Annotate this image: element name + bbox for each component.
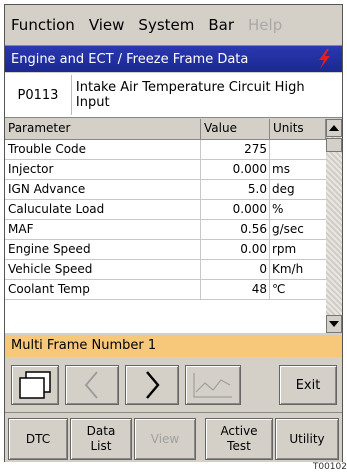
table-header: Parameter Value Units (5, 119, 326, 140)
tab-label: Data List (86, 424, 116, 453)
tab-active-test[interactable]: Active Test (205, 418, 273, 460)
dtc-description: Intake Air Temperature Circuit High Inpu… (70, 75, 342, 115)
figure-code: T00102 (312, 462, 347, 472)
chevron-left-icon (84, 371, 98, 399)
cell-value: 0.000 (201, 160, 270, 179)
cell-value: 5.0 (201, 180, 270, 199)
column-header-value[interactable]: Value (201, 119, 270, 139)
cell-value: 0 (201, 260, 270, 279)
cell-value: 0.000 (201, 200, 270, 219)
tab-dtc[interactable]: DTC (8, 418, 68, 460)
table-row[interactable]: Coolant Temp 48 ℃ (5, 280, 326, 300)
dtc-info-row: P0113 Intake Air Temperature Circuit Hig… (5, 73, 342, 118)
cell-units: Km/h (272, 262, 304, 276)
cell-parameter: Engine Speed (5, 240, 201, 259)
cell-units: rpm (272, 242, 297, 256)
cell-value: 275 (201, 140, 270, 159)
cell-parameter: Vehicle Speed (5, 260, 201, 279)
table-row[interactable]: MAF 0.56 g/sec (5, 220, 326, 240)
graph-button[interactable] (185, 365, 241, 405)
chevron-right-icon (146, 371, 160, 399)
tab-label: Active Test (220, 424, 258, 453)
cell-parameter: MAF (5, 220, 201, 239)
next-button[interactable] (125, 365, 179, 405)
triangle-down-icon (329, 321, 339, 327)
exit-label: Exit (295, 377, 321, 393)
cell-units: ℃ (272, 282, 286, 296)
cell-parameter: IGN Advance (5, 180, 201, 199)
scroll-up-button[interactable] (326, 119, 342, 137)
tab-label: DTC (25, 431, 51, 446)
exit-button[interactable]: Exit (279, 365, 337, 405)
cell-parameter: Coolant Temp (5, 280, 201, 299)
bottom-tab-bar: DTC Data List View Active Test Utility (5, 412, 342, 462)
windows-button[interactable] (11, 365, 59, 405)
cell-parameter: Trouble Code (5, 140, 201, 159)
cell-units: % (272, 202, 284, 216)
tab-data-list[interactable]: Data List (70, 418, 132, 460)
cell-value: 0.56 (201, 220, 270, 239)
tab-view: View (134, 418, 196, 460)
table-row[interactable]: IGN Advance 5.0 deg (5, 180, 326, 200)
status-bar: Multi Frame Number 1 (5, 335, 342, 357)
scroll-thumb[interactable] (326, 138, 342, 152)
cell-parameter: Injector (5, 160, 201, 179)
menu-function[interactable]: Function (5, 16, 83, 34)
previous-button[interactable] (65, 365, 119, 405)
triangle-up-icon (329, 125, 339, 131)
table-row[interactable]: Trouble Code 275 (5, 140, 326, 160)
tab-utility[interactable]: Utility (275, 418, 339, 460)
table-row[interactable]: Caluculate Load 0.000 % (5, 200, 326, 220)
tab-label: Utility (289, 431, 325, 446)
cell-value: 48 (201, 280, 270, 299)
tab-label: View (150, 431, 180, 446)
table-scrollbar[interactable] (326, 119, 342, 333)
table-row[interactable]: Injector 0.000 ms (5, 160, 326, 180)
menu-view[interactable]: View (83, 16, 133, 34)
cell-units: ms (272, 162, 290, 176)
column-header-units[interactable]: Units (270, 119, 326, 139)
toolbar: Exit (5, 358, 342, 410)
table-row[interactable]: Vehicle Speed 0 Km/h (5, 260, 326, 280)
menu-system[interactable]: System (132, 16, 202, 34)
screen-title-bar: Engine and ECT / Freeze Frame Data (5, 46, 342, 72)
line-graph-icon (193, 373, 232, 398)
lightning-icon (319, 49, 330, 69)
stacked-windows-icon (19, 371, 51, 399)
dtc-code: P0113 (17, 87, 59, 103)
cell-units (270, 140, 326, 159)
screen-title: Engine and ECT / Freeze Frame Data (11, 51, 249, 67)
freeze-frame-table: Parameter Value Units Trouble Code 275 I… (5, 119, 326, 333)
scroll-down-button[interactable] (326, 315, 342, 333)
cell-units: g/sec (272, 222, 304, 236)
column-header-parameter[interactable]: Parameter (5, 119, 201, 139)
cell-units: deg (272, 182, 295, 196)
table-row[interactable]: Engine Speed 0.00 rpm (5, 240, 326, 260)
cell-value: 0.00 (201, 240, 270, 259)
menu-bar: Function View System Bar Help (5, 5, 342, 46)
menu-bar[interactable]: Bar (202, 16, 242, 34)
cell-parameter: Caluculate Load (5, 200, 201, 219)
menu-help: Help (248, 16, 283, 34)
